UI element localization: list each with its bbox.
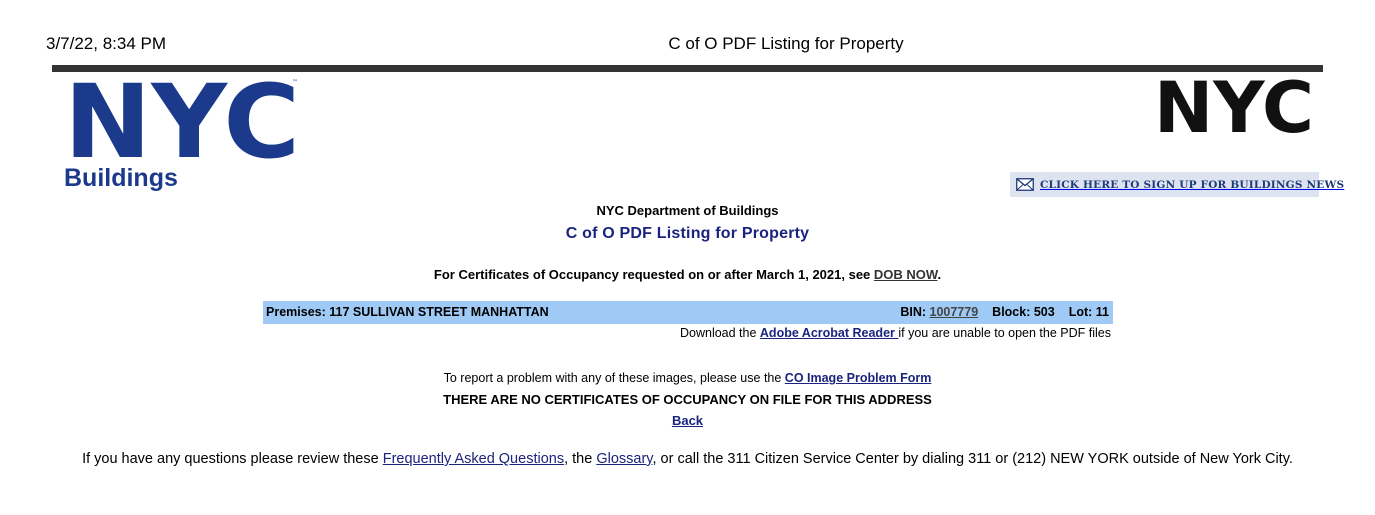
bin-link[interactable]: 1007779: [930, 305, 979, 319]
lot-number: Lot: 11: [1068, 305, 1109, 319]
acrobat-download-note: Download the Adobe Acrobat Reader if you…: [679, 326, 1111, 340]
premises-address: Premises: 117 SULLIVAN STREET MANHATTAN: [266, 305, 549, 319]
bin-label: BIN:: [900, 305, 930, 319]
svg-text:™: ™: [292, 79, 298, 86]
dob-now-notice: For Certificates of Occupancy requested …: [433, 267, 942, 282]
premises-identifiers: BIN: 1007779 Block: 503 Lot: 11: [900, 305, 1109, 319]
help-footer: If you have any questions please review …: [82, 451, 1293, 467]
back-link-row: Back: [0, 413, 1375, 428]
glossary-link[interactable]: Glossary: [596, 451, 652, 467]
department-name: NYC Department of Buildings: [596, 203, 779, 218]
print-header: 3/7/22, 8:34 PM C of O PDF Listing for P…: [0, 34, 1375, 54]
envelope-icon: [1016, 178, 1034, 191]
adobe-acrobat-reader-link[interactable]: Adobe Acrobat Reader: [760, 326, 898, 340]
logo-left-caption: Buildings: [64, 164, 178, 192]
nyc-buildings-logo[interactable]: NYC ™ Buildings: [64, 63, 304, 194]
news-banner-label: CLICK HERE TO SIGN UP FOR BUILDINGS NEWS: [1040, 178, 1345, 191]
faq-link[interactable]: Frequently Asked Questions: [383, 451, 564, 467]
block-number: Block: 503: [992, 305, 1055, 319]
buildings-news-signup-button[interactable]: CLICK HERE TO SIGN UP FOR BUILDINGS NEWS: [1010, 172, 1344, 197]
header-divider: [52, 65, 1323, 72]
print-title: C of O PDF Listing for Property: [668, 34, 904, 53]
nyc-logo: NYC: [1154, 67, 1316, 149]
page-title: C of O PDF Listing for Property: [565, 225, 810, 242]
logo-right-letters: NYC: [1154, 78, 1314, 136]
premises-bar: Premises: 117 SULLIVAN STREET MANHATTAN …: [263, 301, 1113, 324]
dob-now-link[interactable]: DOB NOW: [874, 267, 938, 282]
nyc-buildings-logo-image: NYC ™ Buildings: [64, 63, 300, 192]
back-link[interactable]: Back: [672, 413, 703, 428]
report-problem-note: To report a problem with any of these im…: [443, 371, 932, 385]
co-image-problem-form-link[interactable]: CO Image Problem Form: [785, 371, 932, 385]
no-certificates-message: THERE ARE NO CERTIFICATES OF OCCUPANCY O…: [443, 392, 932, 407]
